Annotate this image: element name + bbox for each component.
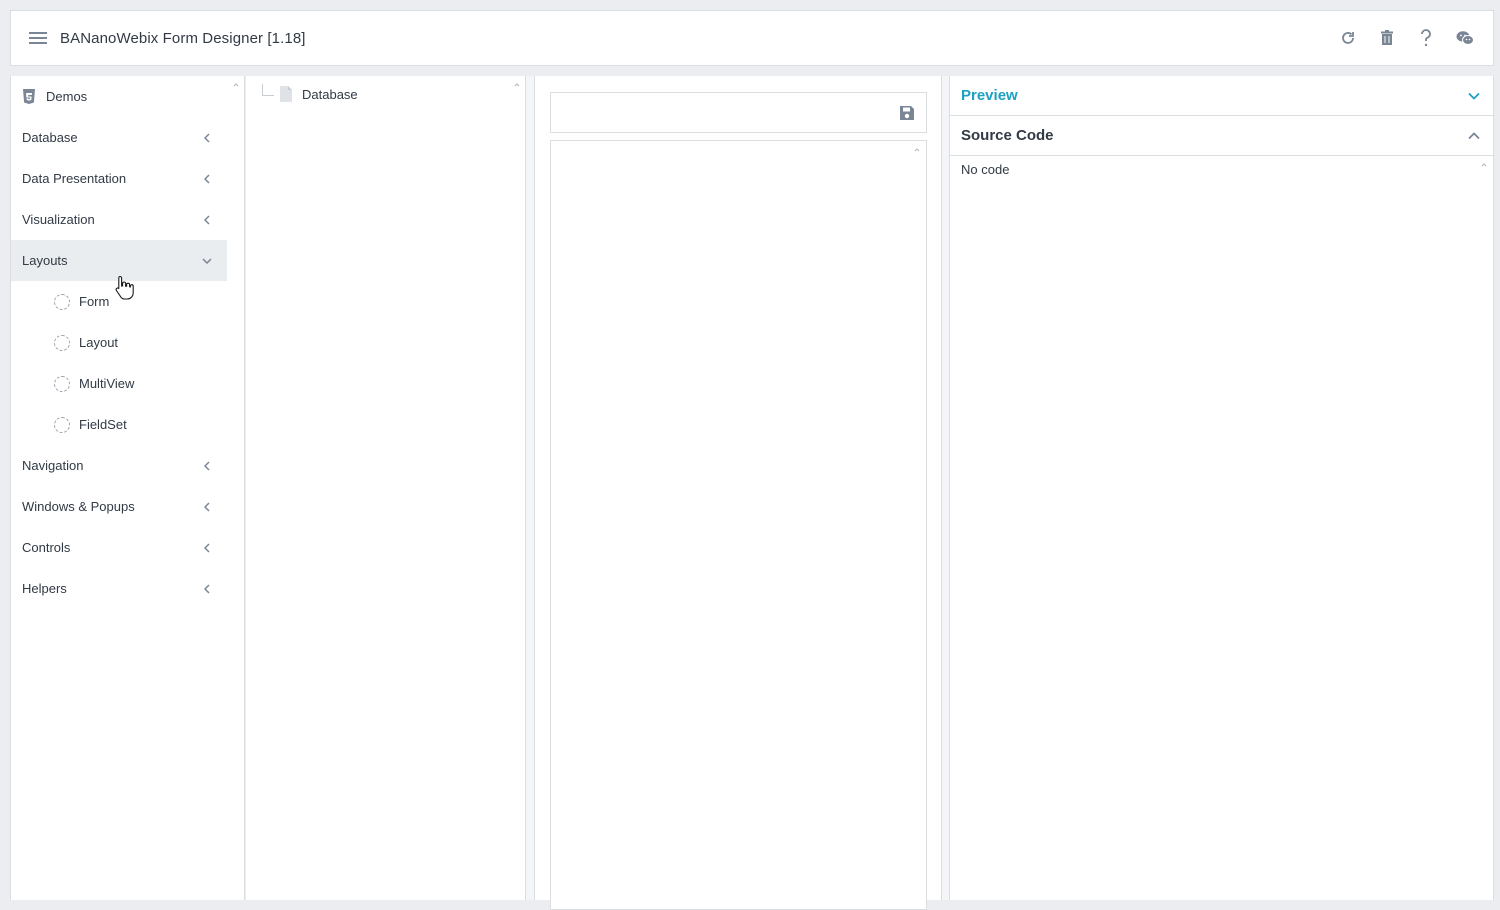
- sidebar-item-label: Controls: [22, 540, 71, 555]
- sidebar-subitem-label: MultiView: [79, 376, 135, 391]
- trash-icon[interactable]: [1375, 26, 1399, 50]
- sidebar-subitem-multiview[interactable]: MultiView: [11, 363, 227, 404]
- sidebar-item-label: Navigation: [22, 458, 84, 473]
- scroll-up-icon[interactable]: [514, 82, 520, 88]
- sidebar-item-database[interactable]: Database: [11, 117, 227, 158]
- sidebar-item-label: Demos: [46, 89, 88, 104]
- chevron-up-icon: [1468, 131, 1480, 139]
- sidebar-item-helpers[interactable]: Helpers: [11, 568, 227, 609]
- app-header: BANanoWebix Form Designer [1.18]: [10, 10, 1494, 66]
- scroll-up-icon[interactable]: [1481, 162, 1487, 168]
- accordion-title: Preview: [961, 87, 1018, 104]
- help-icon[interactable]: [1414, 26, 1438, 50]
- sidebar-subitem-fieldset[interactable]: FieldSet: [11, 404, 227, 445]
- chevron-down-icon: [1468, 92, 1480, 100]
- resizer-handle[interactable]: [942, 76, 949, 900]
- sidebar-item-label: Helpers: [22, 581, 67, 596]
- dashed-circle-icon: [54, 416, 70, 433]
- dashed-circle-icon: [54, 334, 70, 351]
- sidebar-item-windows-popups[interactable]: Windows & Popups: [11, 486, 227, 527]
- designer-toolbar: [550, 92, 927, 133]
- html5-icon: [23, 88, 35, 104]
- sidebar-item-controls[interactable]: Controls: [11, 527, 227, 568]
- sidebar-subitem-label: FieldSet: [79, 417, 127, 432]
- header-actions: [1336, 26, 1477, 50]
- chevron-down-icon: [201, 255, 213, 267]
- sidebar-subitem-layout[interactable]: Layout: [11, 322, 227, 363]
- chevron-left-icon: [201, 173, 213, 185]
- scroll-up-icon[interactable]: [233, 82, 239, 88]
- component-tree: Database: [246, 76, 526, 900]
- accordion-source-header[interactable]: Source Code: [950, 116, 1493, 156]
- designer-canvas[interactable]: [550, 140, 927, 910]
- sidebar-item-visualization[interactable]: Visualization: [11, 199, 227, 240]
- sidebar-scrollbar[interactable]: [227, 76, 245, 900]
- sidebar-item-label: Windows & Popups: [22, 499, 135, 514]
- scroll-up-icon[interactable]: [914, 147, 920, 153]
- chevron-left-icon: [201, 542, 213, 554]
- sidebar-item-data-presentation[interactable]: Data Presentation: [11, 158, 227, 199]
- source-code-text: No code: [961, 162, 1010, 177]
- hand-cursor-icon: [115, 275, 134, 300]
- sidebar-subitem-label: Form: [79, 294, 110, 309]
- chevron-left-icon: [201, 583, 213, 595]
- app-title: BANanoWebix Form Designer [1.18]: [60, 29, 306, 47]
- tree-node-database[interactable]: Database: [262, 84, 358, 102]
- chevron-left-icon: [201, 501, 213, 513]
- chevron-left-icon: [201, 214, 213, 226]
- output-panel: Preview Source Code No code: [949, 76, 1494, 900]
- tree-branch-line: [262, 84, 274, 96]
- sidebar-item-navigation[interactable]: Navigation: [11, 445, 227, 486]
- file-icon: [280, 86, 292, 102]
- chevron-left-icon: [201, 460, 213, 472]
- dashed-circle-icon: [54, 375, 70, 392]
- sidebar-item-label: Data Presentation: [22, 171, 127, 186]
- sidebar-item-label: Database: [22, 130, 78, 145]
- accordion-preview-header[interactable]: Preview: [950, 76, 1493, 116]
- tree-node-label: Database: [302, 86, 358, 102]
- refresh-icon[interactable]: [1336, 26, 1360, 50]
- sidebar-item-demos[interactable]: Demos: [11, 76, 227, 117]
- save-icon[interactable]: [899, 105, 915, 121]
- dashed-circle-icon: [54, 293, 70, 310]
- accordion-title: Source Code: [961, 127, 1054, 144]
- chevron-left-icon: [201, 132, 213, 144]
- sidebar-item-label: Layouts: [22, 253, 68, 268]
- sidebar-item-label: Visualization: [22, 212, 95, 227]
- sidebar-subitem-label: Layout: [79, 335, 119, 350]
- wechat-icon[interactable]: [1453, 26, 1477, 50]
- sidebar-menu: Demos Database Data Presentation Visuali…: [10, 76, 227, 900]
- resizer-handle[interactable]: [526, 76, 534, 900]
- menu-toggle-icon[interactable]: [29, 32, 47, 44]
- designer-panel: [534, 76, 942, 910]
